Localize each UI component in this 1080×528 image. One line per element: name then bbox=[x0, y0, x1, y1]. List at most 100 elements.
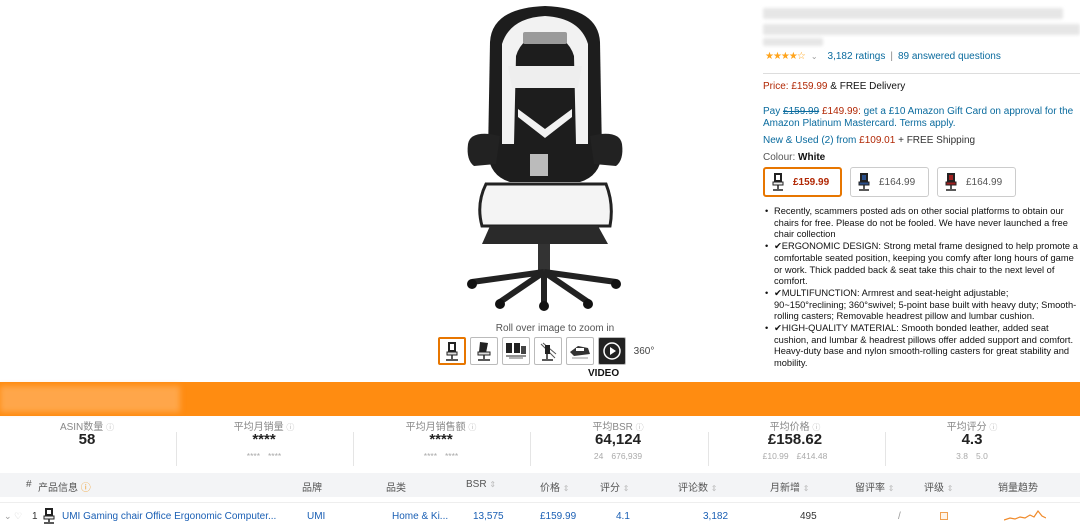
answered-questions-link[interactable]: 89 answered questions bbox=[898, 51, 1001, 62]
sort-icon[interactable]: ⇕ bbox=[888, 484, 895, 493]
divider bbox=[708, 432, 709, 466]
stat-avg-monthly-revenue: 平均月销售额 ⓘ **** **** **** bbox=[366, 418, 516, 461]
row-index: 1 bbox=[32, 511, 38, 522]
chair-white-icon bbox=[772, 173, 784, 191]
bsr-value[interactable]: 13,575 bbox=[473, 511, 504, 522]
info-icon[interactable]: ⓘ bbox=[468, 423, 476, 432]
thumbnail-1[interactable] bbox=[438, 337, 466, 365]
stat-min: 24 bbox=[593, 451, 604, 461]
thumbnail-video[interactable] bbox=[598, 337, 626, 365]
divider bbox=[885, 432, 886, 466]
sort-icon[interactable]: ⇕ bbox=[563, 484, 570, 493]
banner-title-redacted bbox=[0, 386, 180, 412]
rating-row: ★★★★☆ ⌄ 3,182 ratings | 89 answered ques… bbox=[765, 51, 1001, 62]
rating-value[interactable]: 4.1 bbox=[616, 511, 630, 522]
price-label: Price: bbox=[763, 81, 789, 92]
col-review-rate[interactable]: 留评率 ⇕ bbox=[855, 479, 894, 494]
expand-chevron-icon[interactable]: ⌄ bbox=[4, 511, 12, 522]
product-title-link[interactable]: UMI Gaming chair Office Ergonomic Comput… bbox=[62, 511, 276, 522]
stat-max: £414.48 bbox=[796, 451, 828, 461]
monthly-new-value: 495 bbox=[800, 511, 817, 522]
swatch-white[interactable]: £159.99 bbox=[763, 167, 842, 197]
swatch-blue[interactable]: £164.99 bbox=[850, 167, 929, 197]
stat-value: 4.3 bbox=[961, 431, 983, 448]
gift-card-offer[interactable]: Pay £159.99 £149.99: get a £10 Amazon Gi… bbox=[763, 106, 1080, 130]
table-row[interactable]: ⌄ ♡ 1 UMI Gaming chair Office Ergonomic … bbox=[0, 502, 1080, 528]
stat-max: 676,939 bbox=[611, 451, 643, 461]
stat-asin-count: ASIN数量 ⓘ 58 bbox=[12, 418, 162, 449]
rating-stars-icon[interactable]: ★★★★☆ bbox=[765, 51, 806, 62]
col-product[interactable]: 产品信息 ⓘ bbox=[38, 479, 91, 494]
sort-icon[interactable]: ⇕ bbox=[803, 484, 810, 493]
stat-min: £10.99 bbox=[762, 451, 789, 461]
used-price: £109.01 bbox=[859, 135, 896, 146]
col-bsr[interactable]: BSR ⇕ bbox=[466, 479, 496, 490]
ratings-link[interactable]: 3,182 ratings bbox=[828, 51, 886, 62]
product-thumbnail[interactable] bbox=[42, 507, 56, 525]
col-reviews[interactable]: 评论数 ⇕ bbox=[678, 479, 717, 494]
stat-value: 64,124 bbox=[595, 431, 641, 448]
stat-value: **** bbox=[252, 431, 276, 448]
reviews-value[interactable]: 3,182 bbox=[703, 511, 728, 522]
swatch-price: £164.99 bbox=[966, 176, 1003, 188]
col-brand[interactable]: 品牌 bbox=[302, 479, 322, 494]
help-icon[interactable]: ⓘ bbox=[81, 483, 91, 494]
price-value: £159.99 bbox=[791, 81, 828, 92]
divider bbox=[353, 432, 354, 466]
sales-trend-sparkline[interactable] bbox=[1004, 508, 1046, 524]
stat-value: 58 bbox=[78, 431, 96, 448]
stat-avg-rating: 平均评分 ⓘ 4.3 3.8 5.0 bbox=[897, 418, 1047, 461]
colour-label: Colour: bbox=[763, 152, 796, 163]
sort-icon[interactable]: ⇕ bbox=[489, 480, 496, 489]
col-grade[interactable]: 评级 ⇕ bbox=[924, 479, 953, 494]
col-monthly-new[interactable]: 月新增 ⇕ bbox=[770, 479, 809, 494]
col-rating[interactable]: 评分 ⇕ bbox=[600, 479, 629, 494]
used-shipping: + FREE Shipping bbox=[898, 135, 976, 146]
stat-min: **** bbox=[246, 451, 260, 461]
thumbnail-2[interactable] bbox=[470, 337, 498, 365]
swatch-price: £159.99 bbox=[793, 176, 830, 188]
feature-bullet: ✔HIGH-QUALITY MATERIAL: Smooth bonded le… bbox=[763, 323, 1080, 370]
spin-360-icon: 360° bbox=[633, 345, 655, 357]
info-icon[interactable]: ⓘ bbox=[286, 423, 294, 432]
col-sales-trend: 销量趋势 bbox=[998, 483, 1038, 494]
divider bbox=[763, 73, 1080, 74]
col-index: # bbox=[26, 479, 32, 490]
terms-link[interactable]: Terms apply. bbox=[900, 118, 956, 129]
brand-link[interactable]: UMI bbox=[307, 511, 325, 522]
zoom-hint: Roll over image to zoom in bbox=[495, 323, 615, 334]
chevron-down-icon[interactable]: ⌄ bbox=[811, 52, 818, 61]
stat-avg-monthly-sales: 平均月销量 ⓘ **** **** **** bbox=[189, 418, 339, 461]
swatch-red[interactable]: £164.99 bbox=[937, 167, 1016, 197]
grade-badge-icon[interactable] bbox=[940, 512, 948, 523]
stat-value: **** bbox=[429, 431, 453, 448]
info-icon[interactable]: ⓘ bbox=[106, 423, 114, 432]
col-category[interactable]: 品类 bbox=[386, 479, 406, 494]
category-link[interactable]: Home & Ki... bbox=[392, 511, 448, 522]
thumbnail-5[interactable] bbox=[566, 337, 594, 365]
sort-icon[interactable]: ⇕ bbox=[711, 484, 718, 493]
chair-blue-icon bbox=[858, 173, 870, 191]
heart-icon[interactable]: ♡ bbox=[14, 511, 22, 522]
offer-price: £149.99: bbox=[821, 106, 861, 117]
sort-icon[interactable]: ⇕ bbox=[623, 484, 630, 493]
feature-bullet: Recently, scammers posted ads on other s… bbox=[763, 206, 1080, 241]
col-price[interactable]: 价格 ⇕ bbox=[540, 479, 569, 494]
product-main-image[interactable] bbox=[430, 4, 660, 312]
used-offers-link[interactable]: New & Used (2) from bbox=[763, 135, 856, 146]
info-icon[interactable]: ⓘ bbox=[989, 423, 997, 432]
stats-bar: ASIN数量 ⓘ 58 平均月销量 ⓘ **** **** **** 平均月销售额… bbox=[0, 418, 1080, 468]
product-title-redacted bbox=[763, 24, 1080, 35]
thumbnail-strip: 360° bbox=[438, 337, 658, 365]
stat-max: **** bbox=[445, 451, 459, 461]
colour-swatches: £159.99 £164.99 £164.99 bbox=[763, 167, 1016, 197]
thumbnail-3[interactable] bbox=[502, 337, 530, 365]
product-title-redacted bbox=[763, 38, 823, 46]
stat-min: **** bbox=[423, 451, 437, 461]
thumbnail-4[interactable] bbox=[534, 337, 562, 365]
colour-row: Colour: White bbox=[763, 152, 825, 163]
price-value[interactable]: £159.99 bbox=[540, 511, 576, 522]
stat-max: 5.0 bbox=[976, 451, 988, 461]
thumbnail-360[interactable]: 360° bbox=[630, 337, 658, 365]
sort-icon[interactable]: ⇕ bbox=[947, 484, 954, 493]
